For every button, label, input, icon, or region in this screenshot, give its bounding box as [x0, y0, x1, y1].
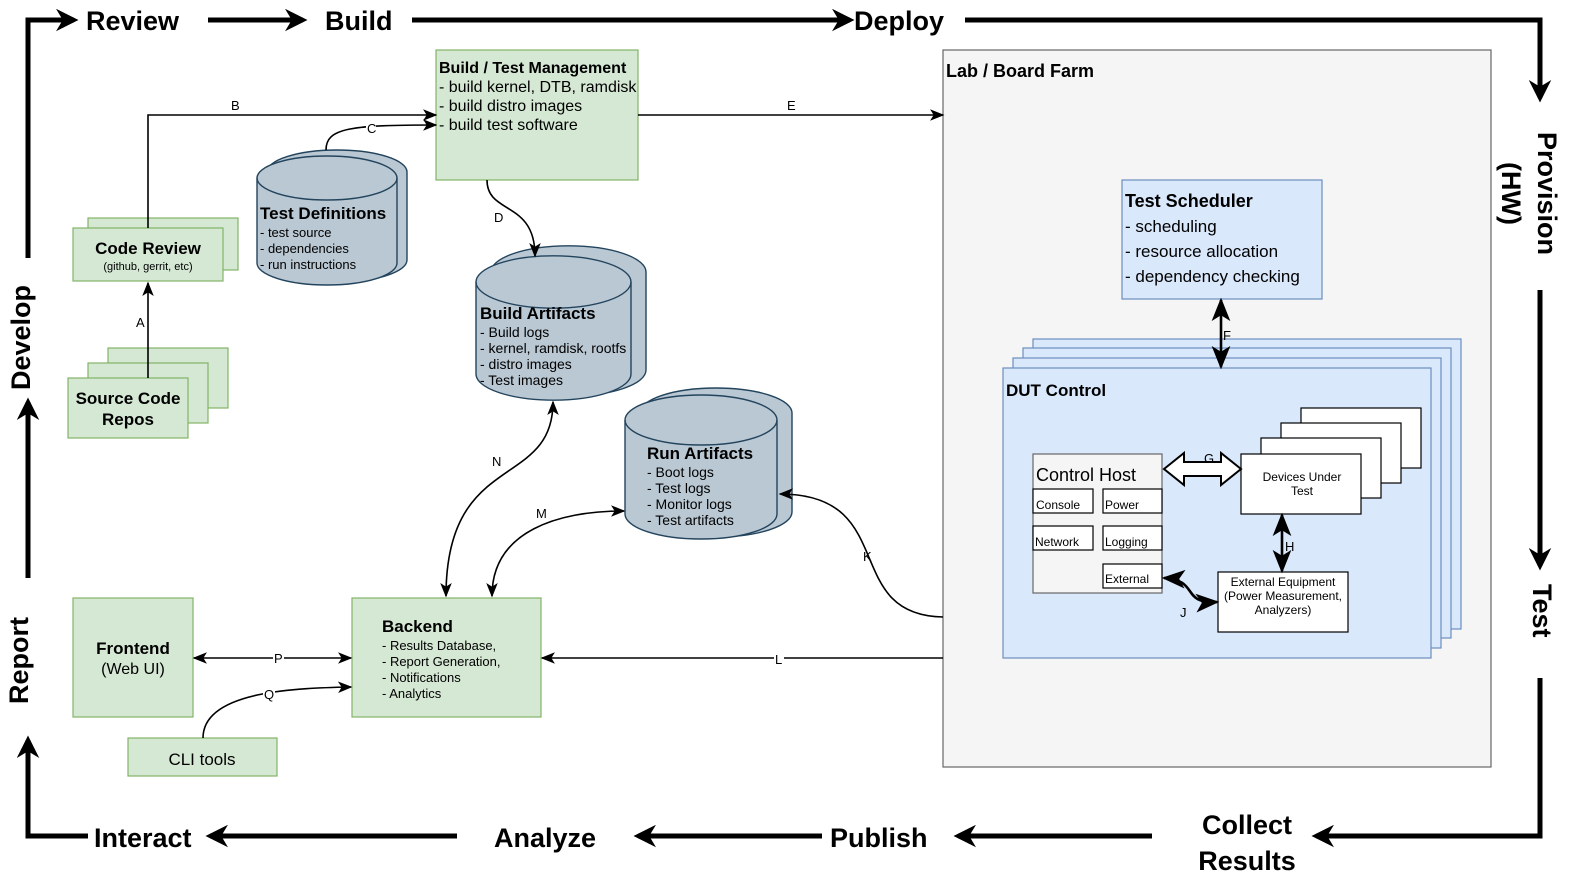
backend-item: - Results Database, — [382, 638, 496, 653]
edge-label-b: B — [231, 98, 240, 113]
stage-collect-results: Results — [1198, 846, 1296, 876]
build-artifacts-item: - Build logs — [480, 324, 549, 340]
edge-label-e: E — [787, 98, 796, 113]
stage-publish: Publish — [830, 823, 928, 853]
stage-build: Build — [325, 6, 393, 36]
scheduler-title: Test Scheduler — [1125, 191, 1253, 211]
build-mgmt-item: - build kernel, DTB, ramdisk — [439, 79, 637, 96]
stage-collect: Collect — [1202, 810, 1292, 840]
control-host-title: Control Host — [1036, 465, 1136, 485]
stage-report: Report — [4, 617, 34, 704]
scheduler-item: - scheduling — [1125, 217, 1217, 236]
edge-label-n: N — [492, 454, 501, 469]
source-repos-title: Source Code — [76, 389, 181, 408]
stage-review: Review — [86, 6, 180, 36]
dut-label: Devices Under — [1263, 470, 1342, 484]
network-label: Network — [1035, 535, 1080, 549]
scheduler-item: - resource allocation — [1125, 242, 1278, 261]
stage-test: Test — [1527, 584, 1557, 638]
ext-equipment-label: (Power Measurement, — [1224, 589, 1342, 603]
build-artifacts-item: - kernel, ramdisk, rootfs — [480, 340, 626, 356]
build-mgmt-title: Build / Test Management — [439, 60, 627, 77]
edge-label-p: P — [274, 651, 283, 666]
external-label: External — [1105, 572, 1149, 586]
source-repos-title: Repos — [102, 410, 154, 429]
test-defs-title: Test Definitions — [260, 204, 386, 223]
run-artifacts-item: - Monitor logs — [647, 496, 732, 512]
code-review-title: Code Review — [95, 239, 202, 258]
stage-develop: Develop — [6, 285, 36, 390]
ext-equipment-label: External Equipment — [1231, 575, 1336, 589]
stage-interact: Interact — [94, 823, 192, 853]
test-defs-item: - run instructions — [260, 257, 357, 272]
stage-deploy: Deploy — [854, 6, 944, 36]
run-artifacts-item: - Boot logs — [647, 464, 714, 480]
build-mgmt-item: - build test software — [439, 117, 578, 134]
build-mgmt-item: - build distro images — [439, 98, 582, 115]
edge-label-k: K — [863, 549, 872, 564]
stage-provision: Provision — [1532, 132, 1562, 255]
source-code-repos — [67, 377, 189, 439]
edge-label-l: L — [775, 652, 782, 667]
edge-label-a: A — [136, 315, 145, 330]
scheduler-item: - dependency checking — [1125, 267, 1300, 286]
edge-label-h: H — [1285, 539, 1294, 554]
lab-title: Lab / Board Farm — [946, 61, 1094, 81]
ci-pipeline-diagram: Review Build Deploy Provision (HW) Test … — [4, 6, 1562, 876]
run-artifacts-title: Run Artifacts — [647, 444, 753, 463]
logging-label: Logging — [1105, 535, 1148, 549]
test-defs-item: - test source — [260, 225, 332, 240]
power-label: Power — [1105, 498, 1139, 512]
build-artifacts-item: - distro images — [480, 356, 572, 372]
backend-item: - Notifications — [382, 670, 461, 685]
dut-control-title: DUT Control — [1006, 381, 1106, 400]
frontend-title: Frontend — [96, 639, 170, 658]
edge-label-f: F — [1223, 328, 1231, 343]
edge-label-q: Q — [264, 687, 274, 702]
stage-analyze: Analyze — [494, 823, 596, 853]
ext-equipment-label: Analyzers) — [1255, 603, 1312, 617]
edge-label-m: M — [536, 506, 547, 521]
build-artifacts-item: - Test images — [480, 372, 563, 388]
run-artifacts-item: - Test logs — [647, 480, 711, 496]
backend-title: Backend — [382, 617, 453, 636]
frontend-sub: (Web UI) — [101, 661, 165, 678]
backend-item: - Analytics — [382, 686, 442, 701]
cli-title: CLI tools — [168, 750, 235, 769]
test-defs-item: - dependencies — [260, 241, 349, 256]
build-artifacts-title: Build Artifacts — [480, 304, 596, 323]
console-label: Console — [1036, 498, 1080, 512]
edge-label-d: D — [494, 210, 503, 225]
edge-label-c: C — [367, 121, 376, 136]
backend-item: - Report Generation, — [382, 654, 501, 669]
run-artifacts-item: - Test artifacts — [647, 512, 734, 528]
code-review-sub: (github, gerrit, etc) — [103, 261, 192, 273]
edge-label-j: J — [1180, 605, 1187, 620]
edge-label-g: G — [1204, 451, 1214, 466]
dut-label: Test — [1291, 484, 1314, 498]
stage-provision-hw: (HW) — [1496, 162, 1526, 225]
